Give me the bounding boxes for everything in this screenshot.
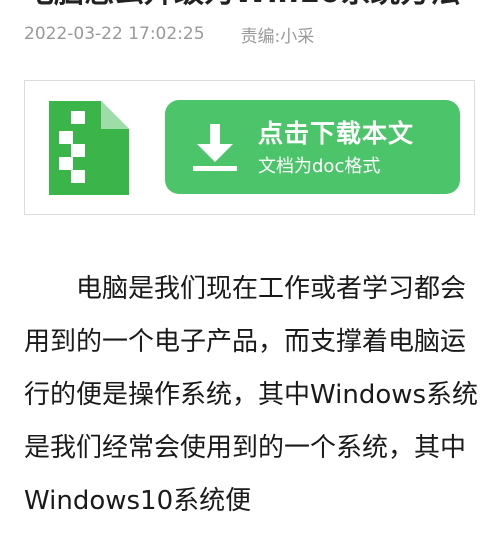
download-arrow-icon bbox=[193, 124, 237, 171]
publish-date: 2022-03-22 17:02:25 bbox=[24, 24, 205, 44]
download-card: 点击下载本文 文档为doc格式 bbox=[24, 80, 475, 215]
download-main-label: 点击下载本文 bbox=[258, 119, 415, 148]
download-sub-label: 文档为doc格式 bbox=[258, 156, 381, 177]
article-page: 电脑怎么升级为Win10系统方法 2022-03-22 17:02:25 责编:… bbox=[0, 0, 500, 533]
article-meta: 2022-03-22 17:02:25 责编:小采 bbox=[24, 22, 315, 47]
download-button[interactable]: 点击下载本文 文档为doc格式 bbox=[165, 100, 460, 194]
document-icon bbox=[49, 101, 129, 195]
article-body: 电脑是我们现在工作或者学习都会用到的一个电子产品，而支撑着电脑运行的便是操作系统… bbox=[24, 263, 480, 528]
editor-label: 责编:小采 bbox=[240, 26, 315, 47]
article-paragraph: 电脑是我们现在工作或者学习都会用到的一个电子产品，而支撑着电脑运行的便是操作系统… bbox=[24, 274, 479, 516]
article-title: 电脑怎么升级为Win10系统方法 bbox=[24, 0, 484, 8]
